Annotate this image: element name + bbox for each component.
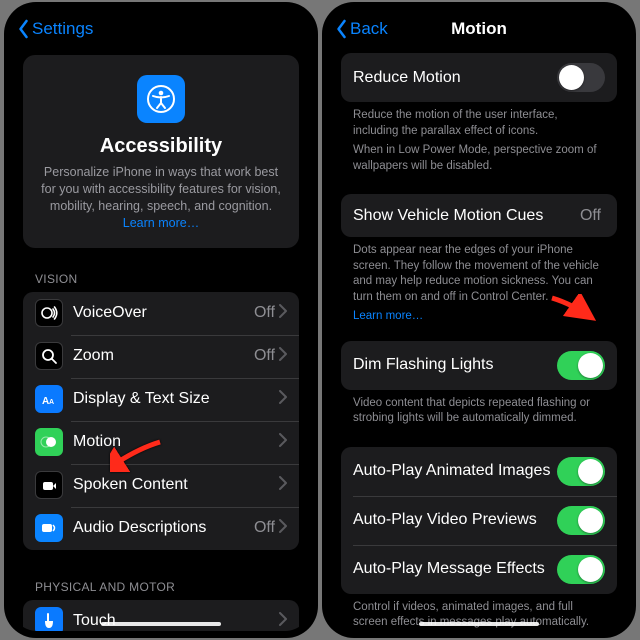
accessibility-icon — [137, 75, 185, 123]
row-dim-flashing-lights: Dim Flashing Lights — [341, 341, 617, 390]
row-label: Display & Text Size — [73, 390, 279, 408]
row-label: Motion — [73, 433, 279, 451]
row-label: Dim Flashing Lights — [353, 356, 557, 374]
row-label: Auto-Play Animated Images — [353, 462, 557, 480]
settings-group: Auto-Play Animated Images Auto-Play Video… — [341, 447, 617, 594]
section-footer: Reduce the motion of the user interface,… — [329, 102, 629, 194]
section-footer: Dots appear near the edges of your iPhon… — [329, 237, 629, 341]
home-indicator[interactable] — [101, 622, 221, 626]
section-vision: VISION VoiceOverOffZoomOffAADisplay & Te… — [11, 262, 311, 550]
row-label: Show Vehicle Motion Cues — [353, 207, 580, 225]
row-touch[interactable]: Touch — [23, 600, 299, 632]
intro-card: Accessibility Personalize iPhone in ways… — [23, 55, 299, 248]
row-audio-descriptions[interactable]: Audio DescriptionsOff — [23, 507, 299, 550]
row-value: Off — [254, 347, 275, 365]
right-screenshot: Back Motion Reduce Motion Reduce the moti… — [322, 2, 636, 638]
navbar: Back Motion — [329, 9, 629, 49]
chevron-left-icon — [17, 19, 30, 39]
chevron-right-icon — [279, 304, 287, 323]
settings-group: Dim Flashing Lights — [341, 341, 617, 390]
row-label: Reduce Motion — [353, 69, 557, 87]
card-desc: Personalize iPhone in ways that work bes… — [37, 164, 285, 232]
toggle[interactable] — [557, 555, 605, 584]
row-auto-play-animated-images: Auto-Play Animated Images — [341, 447, 617, 496]
audiodesc-icon — [35, 514, 63, 542]
toggle[interactable] — [557, 351, 605, 380]
row-motion[interactable]: Motion — [23, 421, 299, 464]
row-value: Off — [254, 519, 275, 537]
touch-icon — [35, 607, 63, 631]
svg-text:A: A — [49, 399, 54, 406]
chevron-right-icon — [279, 612, 287, 631]
row-reduce-motion: Reduce Motion — [341, 53, 617, 102]
row-label: VoiceOver — [73, 304, 254, 322]
learn-more-link[interactable]: Learn more… — [353, 310, 423, 322]
row-label: Zoom — [73, 347, 254, 365]
back-label: Back — [350, 19, 388, 39]
content-scroll[interactable]: Reduce Motion Reduce the motion of the us… — [329, 49, 629, 631]
chevron-right-icon — [279, 476, 287, 495]
motion-icon — [35, 428, 63, 456]
chevron-right-icon — [279, 390, 287, 409]
chevron-right-icon — [279, 433, 287, 452]
home-indicator[interactable] — [419, 622, 539, 626]
row-value: Off — [580, 207, 601, 225]
settings-group: Show Vehicle Motion CuesOff — [341, 194, 617, 237]
toggle[interactable] — [557, 63, 605, 92]
row-zoom[interactable]: ZoomOff — [23, 335, 299, 378]
card-title: Accessibility — [37, 135, 285, 158]
chevron-right-icon — [279, 347, 287, 366]
section-header: VISION — [11, 262, 311, 292]
section-footer: Video content that depicts repeated flas… — [329, 390, 629, 447]
row-label: Auto-Play Video Previews — [353, 511, 557, 529]
section-header: PHYSICAL AND MOTOR — [11, 570, 311, 600]
content-scroll[interactable]: Accessibility Personalize iPhone in ways… — [11, 49, 311, 631]
chevron-right-icon — [279, 519, 287, 538]
row-label: Auto-Play Message Effects — [353, 560, 557, 578]
settings-group: Reduce Motion — [341, 53, 617, 102]
spoken-icon — [35, 471, 63, 499]
back-label: Settings — [32, 19, 93, 39]
row-label: Touch — [73, 612, 279, 630]
textsize-icon: AA — [35, 385, 63, 413]
row-display-text-size[interactable]: AA Display & Text Size — [23, 378, 299, 421]
row-auto-play-video-previews: Auto-Play Video Previews — [341, 496, 617, 545]
row-show-vehicle-motion-cues[interactable]: Show Vehicle Motion CuesOff — [341, 194, 617, 237]
chevron-left-icon — [335, 19, 348, 39]
row-value: Off — [254, 304, 275, 322]
zoom-icon — [35, 342, 63, 370]
row-label: Audio Descriptions — [73, 519, 254, 537]
voiceover-icon — [35, 299, 63, 327]
row-voiceover[interactable]: VoiceOverOff — [23, 292, 299, 335]
toggle[interactable] — [557, 506, 605, 535]
row-auto-play-message-effects: Auto-Play Message Effects — [341, 545, 617, 594]
learn-more-link[interactable]: Learn more… — [123, 216, 199, 230]
row-spoken-content[interactable]: Spoken Content — [23, 464, 299, 507]
row-label: Spoken Content — [73, 476, 279, 494]
toggle[interactable] — [557, 457, 605, 486]
back-button[interactable]: Settings — [17, 19, 93, 39]
back-button[interactable]: Back — [335, 19, 388, 39]
navbar: Settings — [11, 9, 311, 49]
left-screenshot: Settings Accessibility Personalize iPhon… — [4, 2, 318, 638]
